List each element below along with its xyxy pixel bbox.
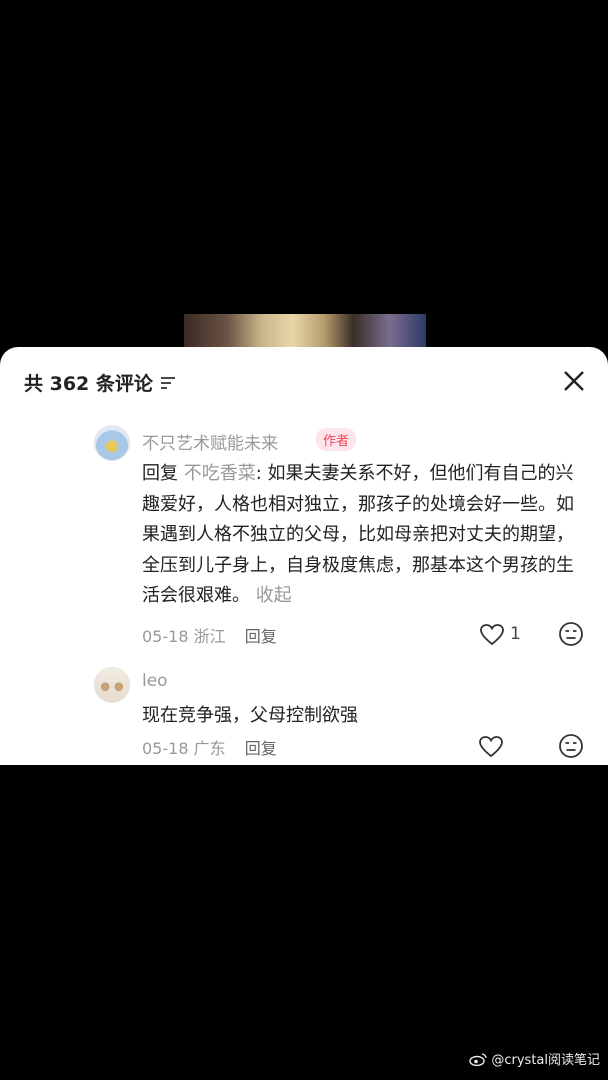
reply-button[interactable]: 回复 <box>245 739 277 758</box>
collapse-link[interactable]: 收起 <box>250 585 292 606</box>
date-location: 05-18 浙江 <box>142 627 226 646</box>
avatar[interactable] <box>94 667 130 703</box>
reply-prefix: 回复 <box>142 463 184 484</box>
dislike-face-icon[interactable] <box>558 733 584 759</box>
author-name[interactable]: 不只艺术赋能未来 <box>142 429 278 454</box>
close-icon[interactable] <box>560 367 588 395</box>
reply-button[interactable]: 回复 <box>245 627 277 646</box>
comments-sheet: 共 362 条评论 不只艺术赋能未来 作者 回复 不吃香菜: 如果夫妻关系不好，… <box>0 347 608 765</box>
heart-icon[interactable] <box>478 735 504 759</box>
comment-text[interactable]: 回复 不吃香菜: 如果夫妻关系不好，但他们有自己的兴趣爱好，人格也相对独立，那孩… <box>142 459 582 612</box>
weibo-icon <box>469 1052 488 1066</box>
reply-target-user[interactable]: 不吃香菜 <box>184 463 256 484</box>
heart-icon[interactable] <box>479 623 505 647</box>
comment-meta: 05-18 广东 回复 <box>142 735 277 759</box>
comments-header: 共 362 条评论 <box>0 347 608 415</box>
comment-count-label: 共 362 条评论 <box>24 373 153 395</box>
comment-body: : 如果夫妻关系不好，但他们有自己的兴趣爱好，人格也相对独立，那孩子的处境会好一… <box>142 463 574 606</box>
author-name[interactable]: leo <box>142 671 168 691</box>
watermark: @crystal阅读笔记 <box>469 1049 600 1068</box>
comments-title: 共 362 条评论 <box>24 369 176 396</box>
like-count: 1 <box>510 624 521 644</box>
dislike-face-icon[interactable] <box>558 621 584 647</box>
watermark-text: @crystal阅读笔记 <box>491 1053 600 1068</box>
comment-text[interactable]: 现在竞争强，父母控制欲强 <box>142 701 582 732</box>
comment-meta: 05-18 浙江 回复 <box>142 623 277 647</box>
sort-filter-icon[interactable] <box>160 376 176 390</box>
author-badge: 作者 <box>316 428 357 451</box>
date-location: 05-18 广东 <box>142 739 226 758</box>
avatar[interactable] <box>94 425 130 461</box>
